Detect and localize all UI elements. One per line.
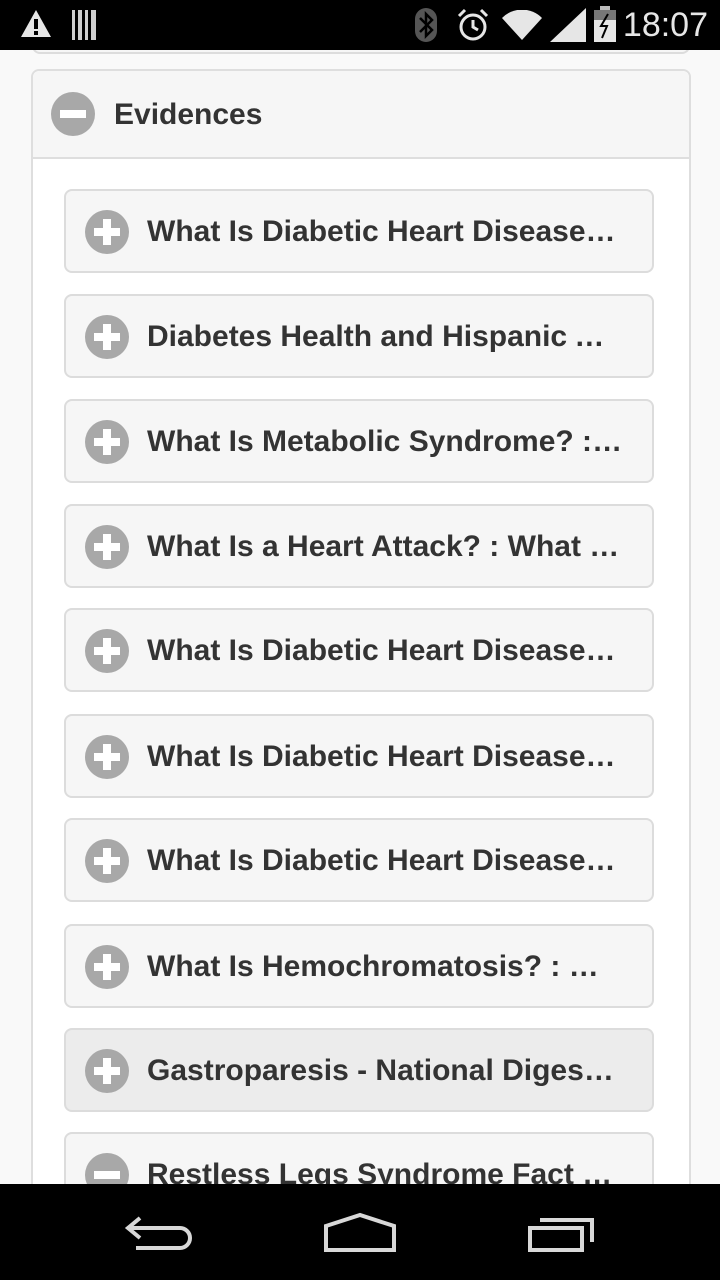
plus-icon (85, 210, 129, 259)
list-item[interactable]: What Is Hemochromatosis? : What Is Hemoc… (64, 924, 654, 1008)
bluetooth-icon (414, 8, 438, 47)
list-item[interactable]: What Is Diabetic Heart Disease? : Who Is… (64, 608, 654, 692)
plus-icon (85, 839, 129, 888)
plus-icon (85, 945, 129, 994)
content-area[interactable]: Evidences What Is Diabetic Heart Disease… (0, 50, 720, 1184)
list-item-label: Diabetes Health and Hispanic Americans (147, 320, 623, 353)
wifi-icon (502, 9, 542, 45)
plus-icon (85, 420, 129, 469)
list-item[interactable]: What Is Diabetic Heart Disease? : What I… (64, 189, 654, 273)
battery-icon (594, 6, 616, 47)
barcode-icon (72, 10, 98, 45)
list-item[interactable]: Restless Legs Syndrome Fact Sheet (64, 1132, 654, 1184)
list-item-label: Gastroparesis - National Digestive Disea… (147, 1054, 623, 1087)
list-item[interactable]: What Is Diabetic Heart Disease? : Signs … (64, 714, 654, 798)
list-item-label: What Is a Heart Attack? : What Is a Hear… (147, 530, 623, 563)
list-item-label: What Is Diabetic Heart Disease? : What I… (147, 215, 623, 248)
list-item-label: What Is Diabetic Heart Disease? : Who Is… (147, 634, 623, 667)
plus-icon (85, 315, 129, 364)
status-bar: 18:07 (0, 0, 720, 50)
warning-icon (20, 8, 52, 45)
plus-icon (85, 629, 129, 678)
list-item[interactable]: What Is Diabetic Heart Disease? : Diagno… (64, 818, 654, 902)
signal-icon (550, 8, 586, 47)
list-item[interactable]: What Is Metabolic Syndrome? : What Is Me… (64, 399, 654, 483)
section-title: Evidences (114, 98, 263, 131)
minus-icon (51, 92, 95, 141)
plus-icon (85, 735, 129, 784)
list-item[interactable]: Gastroparesis - National Digestive Disea… (64, 1028, 654, 1112)
plus-icon (85, 1049, 129, 1098)
alarm-icon (456, 8, 490, 47)
navigation-bar (0, 1184, 720, 1280)
list-item-label: What Is Diabetic Heart Disease? : Signs … (147, 740, 623, 773)
previous-card-edge (32, 50, 690, 54)
clock: 18:07 (622, 6, 708, 44)
back-icon[interactable] (122, 1210, 198, 1259)
list-item-label: What Is Metabolic Syndrome? : What Is Me… (147, 425, 623, 458)
list-item[interactable]: What Is a Heart Attack? : What Is a Hear… (64, 504, 654, 588)
list-item-label: What Is Diabetic Heart Disease? : Diagno… (147, 844, 623, 877)
list-item-label: What Is Hemochromatosis? : What Is Hemoc… (147, 950, 623, 983)
plus-icon (85, 525, 129, 574)
home-icon[interactable] (322, 1212, 398, 1259)
list-item-label: Restless Legs Syndrome Fact Sheet (147, 1158, 623, 1184)
minus-icon (85, 1153, 129, 1184)
list-item[interactable]: Diabetes Health and Hispanic Americans (64, 294, 654, 378)
recents-icon[interactable] (526, 1214, 598, 1259)
evidences-header[interactable]: Evidences (33, 71, 689, 159)
